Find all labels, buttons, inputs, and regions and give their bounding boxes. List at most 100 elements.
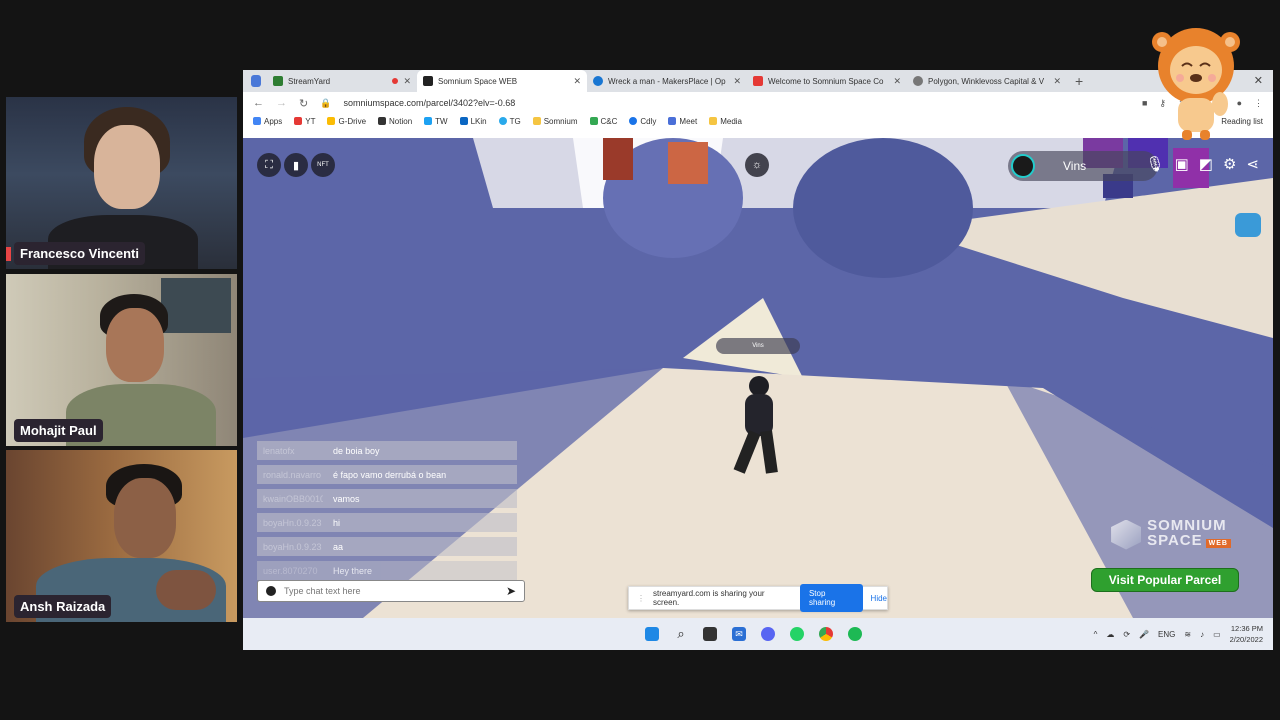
camera-icon[interactable]: ■ [1142,98,1147,109]
window-close-icon[interactable]: ✕ [1254,74,1263,87]
bookmark-cc[interactable]: C&C [589,117,617,126]
taskbar-apps: ⌕ ✉ [645,626,862,641]
close-icon[interactable]: ✕ [893,76,901,87]
chat-message: boyaHn.0.9.23 aa [257,537,517,556]
tab-somnium-web[interactable]: Somnium Space WEB ✕ [417,70,587,92]
task-view-icon[interactable] [703,627,717,641]
mouse-mode-button[interactable]: ▮ [284,153,308,177]
face-shape [94,125,160,209]
bookmark-media[interactable]: Media [709,117,742,126]
bookmark-yt[interactable]: YT [294,117,315,126]
mic-icon[interactable]: 🎤 [1139,630,1149,639]
chat-message: ronald.navarro é fapo vamo derrubá o bean [257,465,517,484]
nft-button[interactable]: NFT [311,153,335,177]
player-avatar[interactable] [733,376,785,476]
avatar-head [749,376,769,396]
mic-muted-icon[interactable]: 🎙 [1146,155,1165,173]
language-indicator[interactable]: ENG [1158,630,1175,639]
close-icon[interactable]: ✕ [573,76,581,87]
search-icon[interactable]: ⌕ [674,626,688,641]
recording-dot-icon [392,78,399,84]
somnium-logo: SOMNIUM SPACE WEB [1111,518,1231,551]
send-icon[interactable]: ➤ [506,584,516,598]
bookmark-tg[interactable]: TG [498,117,521,126]
forward-icon[interactable]: → [276,97,287,109]
battery-icon[interactable]: ▭ [1213,630,1221,639]
tab-polygon[interactable]: Polygon, Winklevoss Capital & V ✕ [907,70,1067,92]
bookmark-gdrive[interactable]: G-Drive [327,117,366,126]
stop-sharing-button[interactable]: Stop sharing [799,584,863,612]
tab-bar: StreamYard ✕ Somnium Space WEB ✕ Wreck a… [243,70,1273,92]
reload-icon[interactable]: ↻ [299,97,308,110]
chat-toggle-icon[interactable] [1235,213,1261,237]
windows-taskbar: ⌕ ✉ ^ ☁ ⟳ 🎤 ENG ≋ ♪ ▭ 12:36 PM 2/20/2022 [243,618,1273,650]
somnium-cube-icon [1111,519,1142,550]
drag-handle-icon[interactable]: ⋮ [637,594,645,603]
user-pill[interactable]: Vins [1008,151,1158,181]
new-tab-button[interactable]: + [1075,73,1083,89]
bookmark-tw[interactable]: TW [424,117,448,126]
tab-makersplace[interactable]: Wreck a man - MakersPlace | Op ✕ [587,70,747,92]
visit-popular-parcel-button[interactable]: Visit Popular Parcel [1091,568,1239,592]
tab-streamyard[interactable]: StreamYard ✕ [267,70,417,92]
close-icon[interactable]: ✕ [733,76,741,87]
participant-tile-3: Ansh Raizada [6,450,237,622]
chat-message: kwainOBB0010 vamos [257,489,517,508]
chrome-icon[interactable] [819,627,833,641]
face-shape [106,308,164,382]
close-icon[interactable]: ✕ [1053,76,1061,87]
somnium-icon [423,76,433,86]
chat-input[interactable]: Type chat text here ➤ [257,580,525,602]
cloud-icon[interactable]: ☁ [1106,630,1114,639]
bookmark-lkin[interactable]: LKin [459,117,487,126]
gear-icon[interactable]: ⚙ [1223,155,1236,173]
spotify-icon[interactable] [848,627,862,641]
camera-off-icon[interactable]: ▣ [1175,155,1189,173]
lock-icon[interactable]: 🔒 [320,98,331,109]
apps-icon [253,117,261,125]
chevron-up-icon[interactable]: ^ [1094,630,1098,639]
clock[interactable]: 12:36 PM 2/20/2022 [1230,623,1263,645]
bookmarks-bar: Apps YT G-Drive Notion TW LKin TG Somniu… [243,114,1273,128]
discord-icon[interactable] [761,627,775,641]
makersplace-icon [593,76,603,86]
folder-icon [709,117,718,125]
hide-button[interactable]: Hide [871,594,887,603]
wifi-icon[interactable]: ≋ [1184,630,1191,639]
volume-icon[interactable]: ♪ [1200,630,1204,639]
daylight-button[interactable]: ☼ [745,153,769,177]
somnium-3d-viewport[interactable]: Vins ⛶ ▮ NFT ☼ Vins 🎙 ▣ ◩ ⚙ ⋖ lenatofx de… [243,138,1273,618]
bookmark-apps[interactable]: Apps [253,117,282,126]
share-icon[interactable]: ⋖ [1246,155,1259,173]
sync-icon[interactable]: ⟳ [1123,630,1130,639]
youtube-icon [294,117,303,125]
fullscreen-button[interactable]: ⛶ [257,153,281,177]
participant-name: Francesco Vincenti [14,242,145,265]
system-tray: ^ ☁ ⟳ 🎤 ENG ≋ ♪ ▭ 12:36 PM 2/20/2022 [1094,623,1263,645]
bookmark-cdly[interactable]: Cdly [629,117,656,126]
hand-shape [156,570,216,610]
menu-icon[interactable]: ⋮ [1254,98,1263,109]
back-icon[interactable]: ← [253,97,264,109]
screen-off-icon[interactable]: ◩ [1199,155,1213,173]
bookmark-somnium[interactable]: Somnium [532,117,578,126]
tab-youtube[interactable]: Welcome to Somnium Space Co ✕ [747,70,907,92]
avatar-nametag: Vins [716,338,800,354]
calendly-icon [629,117,638,125]
participant-tile-1: Francesco Vincenti [6,97,237,269]
windows-start-icon[interactable] [645,627,659,641]
whatsapp-icon[interactable] [790,627,804,641]
url-field[interactable]: somniumspace.com/parcel/3402?elv=-0.68 [343,98,1130,108]
chat-message: boyaHn.0.9.23 hi [257,513,517,532]
chat-bubble-icon [266,586,276,596]
avatar-leg [760,430,778,474]
participant-tile-2: Mohajit Paul [6,274,237,446]
bookmark-notion[interactable]: Notion [378,117,412,126]
globe-icon [913,76,923,86]
chat-placeholder: Type chat text here [284,586,361,596]
close-icon[interactable]: ✕ [403,76,411,87]
docs-icon[interactable] [251,75,261,87]
bookmark-meet[interactable]: Meet [668,117,697,126]
linkedin-icon [459,117,468,125]
mail-icon[interactable]: ✉ [732,627,746,641]
